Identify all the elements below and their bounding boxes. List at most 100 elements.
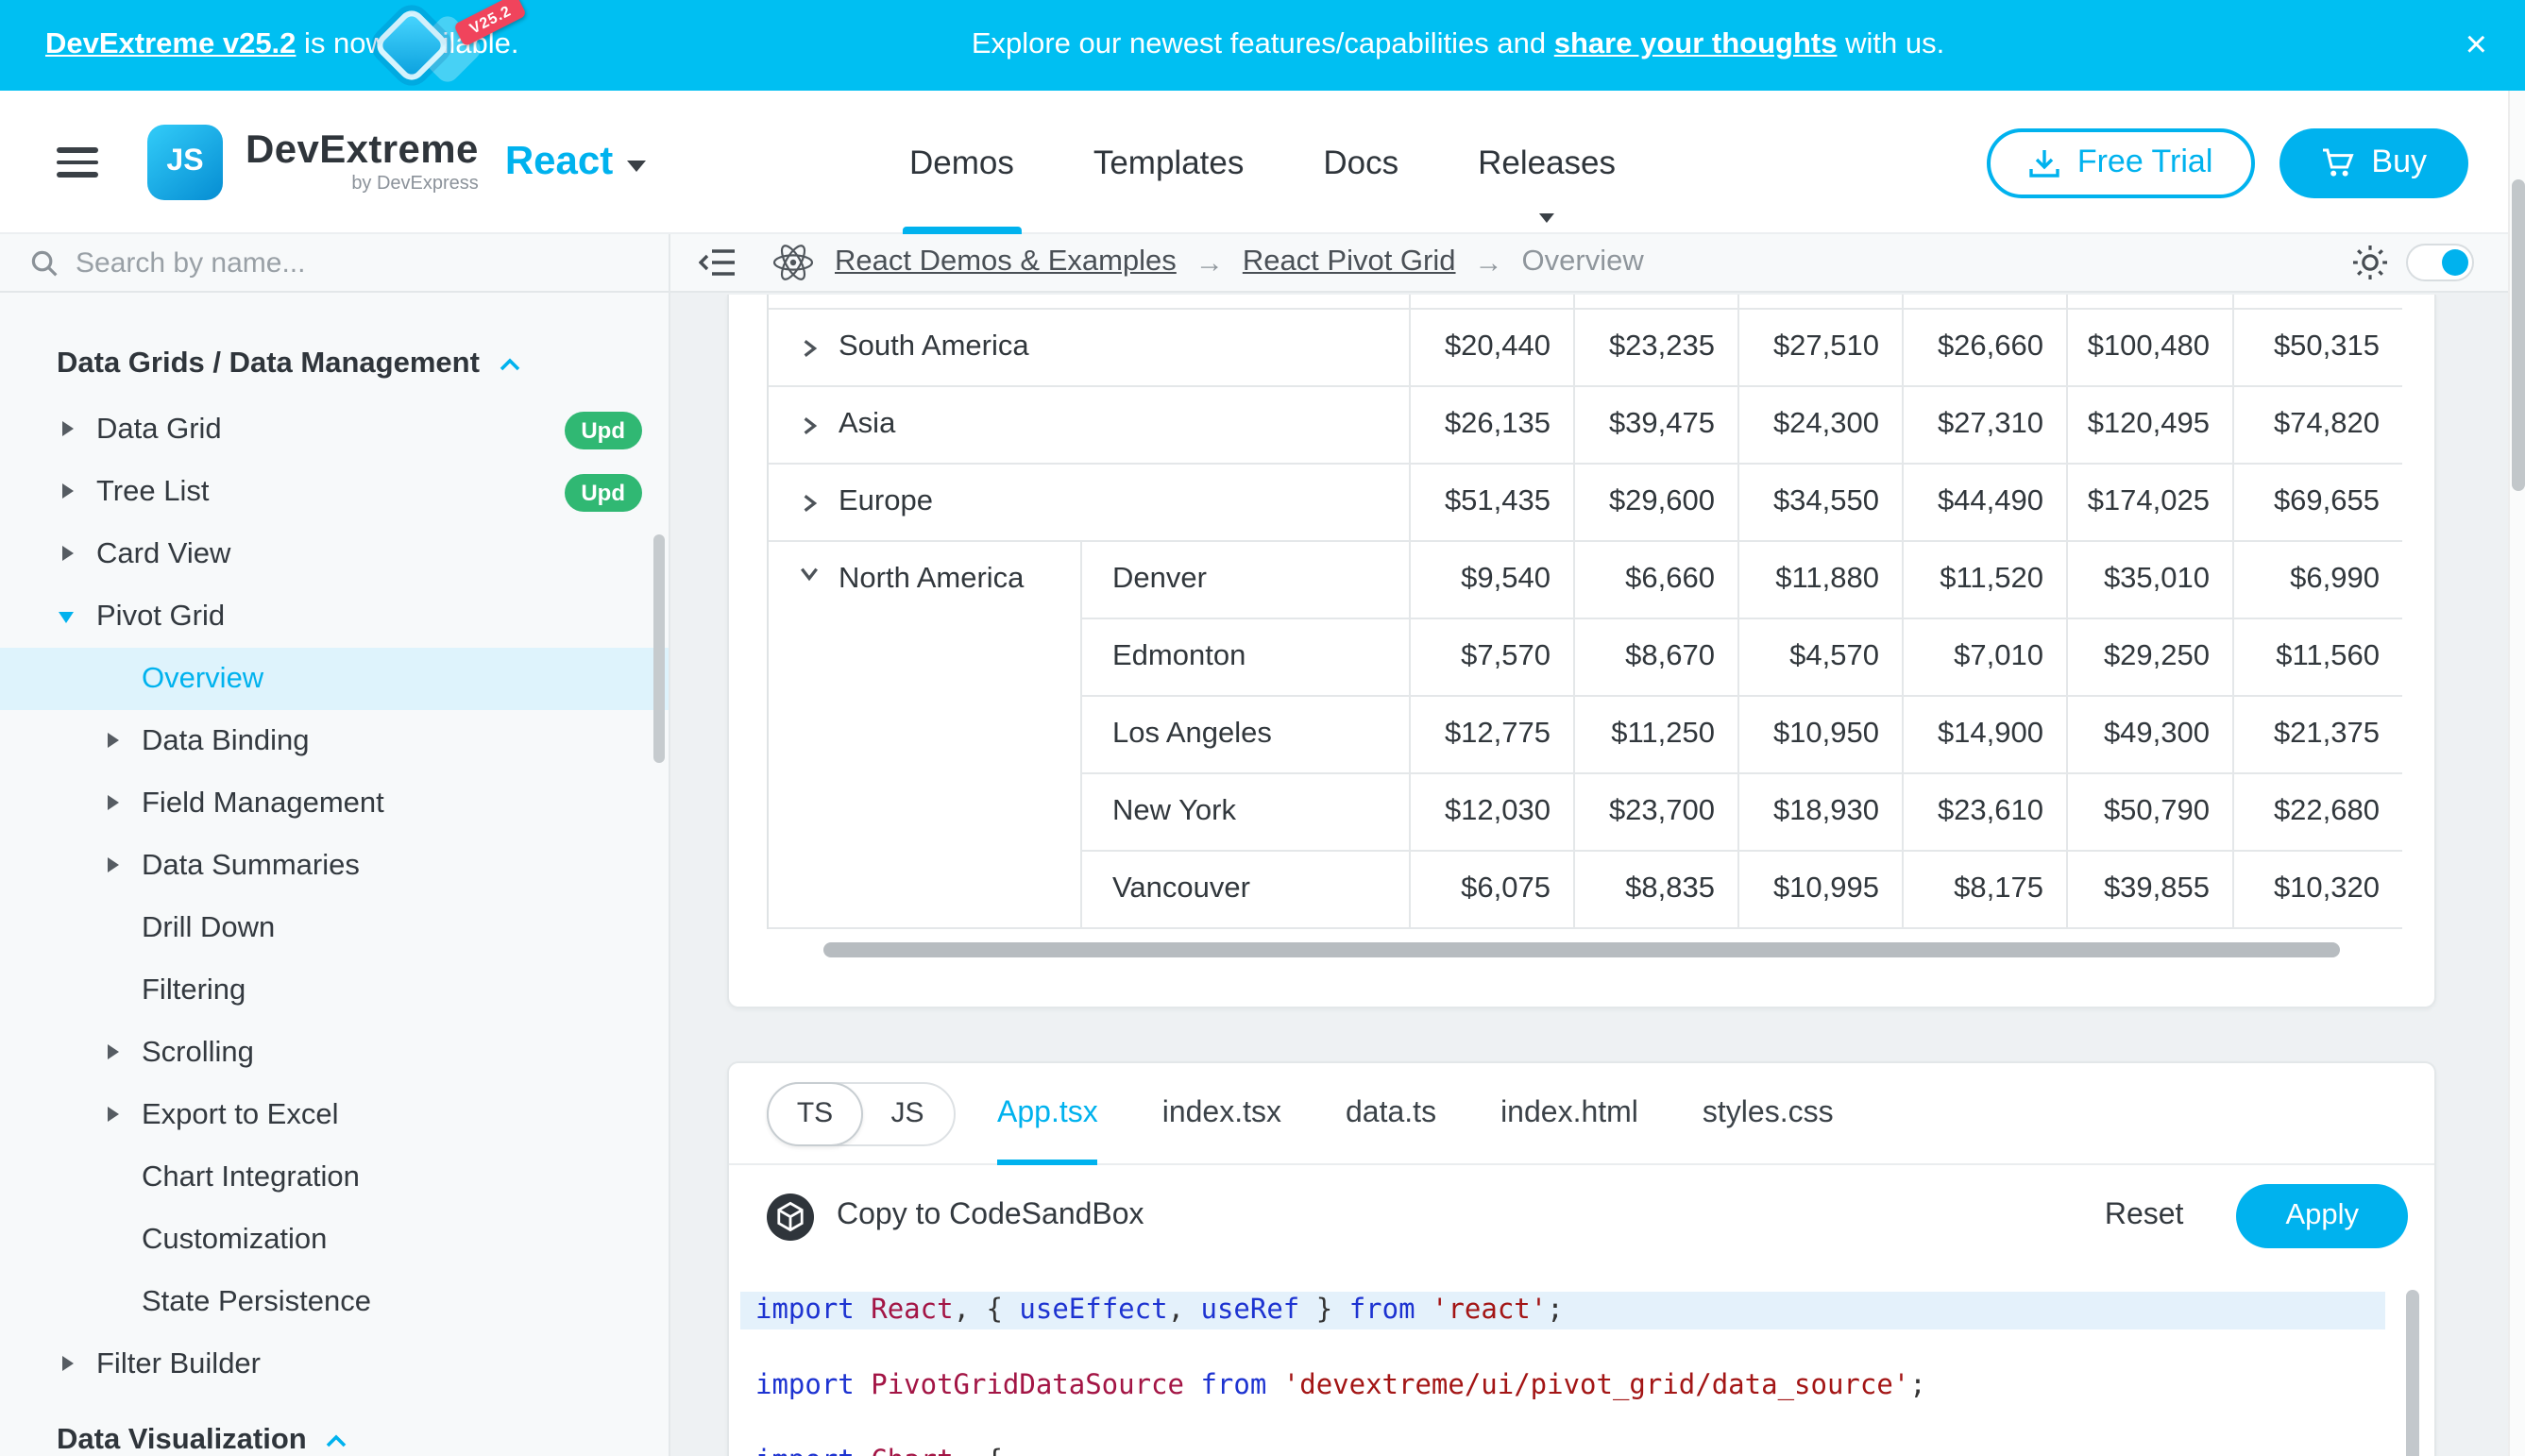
collapse-row-icon[interactable] bbox=[799, 563, 820, 584]
pivot-data-cell[interactable]: $6,990 bbox=[2234, 542, 2402, 619]
pivot-rowheader-europe[interactable]: Europe bbox=[769, 465, 1411, 542]
expand-icon[interactable] bbox=[102, 855, 125, 877]
sidebar-scrollbar[interactable] bbox=[653, 534, 665, 763]
pivot-data-cell[interactable]: $9,540 bbox=[1411, 542, 1575, 619]
pivot-data-cell[interactable]: $11,520 bbox=[1904, 542, 2068, 619]
share-thoughts-link[interactable]: share your thoughts bbox=[1554, 28, 1838, 62]
pivot-data-cell[interactable]: $29,250 bbox=[2068, 619, 2234, 697]
pivot-data-cell[interactable]: $50,790 bbox=[2068, 774, 2234, 852]
pivot-data-cell[interactable]: $26,660 bbox=[1904, 310, 2068, 387]
pivot-data-cell[interactable]: $35,010 bbox=[2068, 542, 2234, 619]
expand-row-icon[interactable] bbox=[799, 337, 820, 358]
pivot-data-cell[interactable]: $8,670 bbox=[1575, 619, 1739, 697]
pivot-data-cell[interactable]: $20,440 bbox=[1411, 310, 1575, 387]
sidebar-item-drill-down[interactable]: Drill Down bbox=[0, 897, 669, 959]
pivot-rowheader-denver[interactable]: Denver bbox=[1082, 542, 1411, 619]
nav-demos[interactable]: Demos bbox=[909, 91, 1014, 234]
sidebar-item-data-summaries[interactable]: Data Summaries bbox=[0, 835, 669, 897]
code-editor[interactable]: import React, { useEffect, useRef } from… bbox=[729, 1267, 2434, 1456]
pivot-data-cell[interactable]: $23,610 bbox=[1904, 774, 2068, 852]
pivot-data-cell[interactable]: $11,880 bbox=[1739, 542, 1904, 619]
sidebar-item-scrolling[interactable]: Scrolling bbox=[0, 1022, 669, 1084]
expand-icon[interactable] bbox=[57, 543, 79, 566]
pivot-data-cell[interactable]: $50,315 bbox=[2234, 310, 2402, 387]
tab-index-html[interactable]: index.html bbox=[1500, 1062, 1638, 1164]
framework-selector[interactable]: React bbox=[505, 140, 645, 185]
breadcrumb-link-pivot-grid[interactable]: React Pivot Grid bbox=[1243, 245, 1456, 279]
buy-button[interactable]: Buy bbox=[2279, 127, 2468, 197]
pivot-data-cell[interactable]: $10,950 bbox=[1739, 697, 1904, 774]
nav-releases[interactable]: Releases bbox=[1478, 91, 1616, 234]
language-toggle[interactable]: TS JS bbox=[767, 1081, 956, 1145]
page-scrollbar[interactable] bbox=[2508, 91, 2525, 1456]
free-trial-button[interactable]: Free Trial bbox=[1987, 127, 2255, 197]
expand-icon[interactable] bbox=[57, 1353, 79, 1376]
pivot-data-cell[interactable]: $24,300 bbox=[1739, 387, 1904, 465]
page-scrollbar-thumb[interactable] bbox=[2512, 179, 2525, 491]
sidebar-item-tree-list[interactable]: Tree ListUpd bbox=[0, 461, 669, 523]
hamburger-menu-icon[interactable] bbox=[57, 148, 98, 178]
pivot-data-cell[interactable]: $27,510 bbox=[1739, 310, 1904, 387]
pivot-data-cell[interactable]: $12,775 bbox=[1411, 697, 1575, 774]
close-icon[interactable]: × bbox=[2466, 0, 2487, 91]
pivot-data-cell[interactable]: $8,175 bbox=[1904, 852, 2068, 929]
sidebar-item-field-management[interactable]: Field Management bbox=[0, 772, 669, 835]
pivot-data-cell[interactable]: $10,995 bbox=[1739, 852, 1904, 929]
sidebar-item-overview[interactable]: Overview bbox=[0, 648, 669, 710]
search-input[interactable] bbox=[76, 246, 529, 279]
pivot-data-cell[interactable]: $23,700 bbox=[1575, 774, 1739, 852]
banner-version-link[interactable]: DevExtreme v25.2 bbox=[45, 28, 296, 62]
code-vertical-scrollbar[interactable] bbox=[2406, 1290, 2419, 1456]
language-option-ts[interactable]: TS bbox=[767, 1081, 863, 1145]
pivot-data-cell[interactable]: $22,680 bbox=[2234, 774, 2402, 852]
tab-data-ts[interactable]: data.ts bbox=[1346, 1062, 1436, 1164]
pivot-rowheader-los-angeles[interactable]: Los Angeles bbox=[1082, 697, 1411, 774]
pivot-data-cell[interactable]: $23,235 bbox=[1575, 310, 1739, 387]
pivot-data-cell[interactable]: $100,480 bbox=[2068, 310, 2234, 387]
section-data-visualization[interactable]: Data Visualization bbox=[0, 1407, 669, 1456]
pivot-data-cell[interactable]: $44,490 bbox=[1904, 465, 2068, 542]
pivot-rowheader-north-america[interactable]: North America bbox=[769, 542, 1082, 929]
pivot-data-cell[interactable]: $14,900 bbox=[1904, 697, 2068, 774]
pivot-data-cell[interactable]: $51,435 bbox=[1411, 465, 1575, 542]
pivot-data-cell[interactable]: $10,320 bbox=[2234, 852, 2402, 929]
pivot-data-cell[interactable]: $39,475 bbox=[1575, 387, 1739, 465]
pivot-data-cell[interactable]: $11,250 bbox=[1575, 697, 1739, 774]
pivot-data-cell[interactable]: $74,820 bbox=[2234, 387, 2402, 465]
sidebar-item-state-persistence[interactable]: State Persistence bbox=[0, 1271, 669, 1333]
pivot-data-cell[interactable]: $7,570 bbox=[1411, 619, 1575, 697]
pivot-data-cell[interactable]: $6,075 bbox=[1411, 852, 1575, 929]
toggle-sidebar-icon[interactable] bbox=[684, 247, 752, 278]
brand-block[interactable]: DevExtreme by DevExpress bbox=[246, 130, 479, 195]
expand-icon[interactable] bbox=[57, 481, 79, 503]
tab-index-tsx[interactable]: index.tsx bbox=[1162, 1062, 1281, 1164]
sidebar-item-filtering[interactable]: Filtering bbox=[0, 959, 669, 1022]
expand-icon[interactable] bbox=[57, 418, 79, 441]
tab-app-tsx[interactable]: App.tsx bbox=[997, 1062, 1098, 1164]
pivot-data-cell[interactable]: $34,550 bbox=[1739, 465, 1904, 542]
sidebar-item-data-binding[interactable]: Data Binding bbox=[0, 710, 669, 772]
devextreme-js-logo[interactable]: JS bbox=[147, 125, 223, 200]
expand-icon[interactable] bbox=[102, 1104, 125, 1126]
pivot-data-cell[interactable]: $8,835 bbox=[1575, 852, 1739, 929]
pivot-rowheader-asia[interactable]: Asia bbox=[769, 387, 1411, 465]
reset-button[interactable]: Reset bbox=[2105, 1199, 2184, 1233]
apply-button[interactable]: Apply bbox=[2236, 1184, 2408, 1248]
section-data-grids[interactable]: Data Grids / Data Management bbox=[0, 330, 669, 398]
tab-styles-css[interactable]: styles.css bbox=[1703, 1062, 1834, 1164]
pivot-data-cell[interactable]: $49,300 bbox=[2068, 697, 2234, 774]
pivot-data-cell[interactable]: $27,310 bbox=[1904, 387, 2068, 465]
pivot-data-cell[interactable]: $29,600 bbox=[1575, 465, 1739, 542]
expand-icon[interactable] bbox=[102, 730, 125, 753]
pivot-data-cell[interactable]: $174,025 bbox=[2068, 465, 2234, 542]
breadcrumb-link-demos[interactable]: React Demos & Examples bbox=[835, 245, 1177, 279]
sidebar-item-card-view[interactable]: Card View bbox=[0, 523, 669, 585]
pivot-rowheader-edmonton[interactable]: Edmonton bbox=[1082, 619, 1411, 697]
expand-icon[interactable] bbox=[102, 792, 125, 815]
pivot-data-cell[interactable]: $69,655 bbox=[2234, 465, 2402, 542]
sidebar-item-filter-builder[interactable]: Filter Builder bbox=[0, 1333, 669, 1396]
pivot-rowheader-south-america[interactable]: South America bbox=[769, 310, 1411, 387]
expand-row-icon[interactable] bbox=[799, 492, 820, 513]
pivot-data-cell[interactable]: $12,030 bbox=[1411, 774, 1575, 852]
sidebar-item-pivot-grid[interactable]: Pivot Grid bbox=[0, 585, 669, 648]
